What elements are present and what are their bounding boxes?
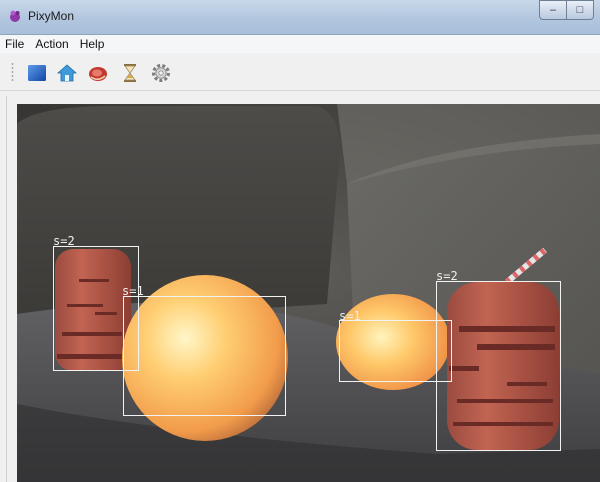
window-title: PixyMon: [28, 9, 75, 23]
home-icon[interactable]: [56, 62, 78, 84]
detection-label: s=2: [53, 234, 75, 248]
blue-square-icon[interactable]: [26, 62, 48, 84]
title-bar[interactable]: PixyMon – □: [0, 0, 600, 35]
menu-action[interactable]: Action: [30, 37, 74, 51]
camera-video-view[interactable]: s=2 s=1 s=1 s=2: [17, 104, 600, 482]
detection-box-sig1-left: [123, 296, 286, 416]
minimize-button[interactable]: –: [539, 0, 567, 20]
hourglass-icon[interactable]: [119, 62, 141, 84]
window-controls: – □: [539, 0, 594, 22]
toolbar: [0, 54, 600, 91]
pixymon-window: PixyMon – □ File Action Help s=2 s=1 s=1…: [0, 0, 600, 482]
detection-label: s=1: [339, 309, 361, 323]
menu-file[interactable]: File: [0, 37, 30, 51]
menu-help[interactable]: Help: [75, 37, 111, 51]
detection-label: s=1: [122, 284, 144, 298]
detection-label: s=2: [436, 269, 458, 283]
pixymon-app-icon: [10, 10, 20, 22]
steak-icon[interactable]: [87, 62, 109, 84]
detection-box-sig2-right: [436, 281, 561, 451]
pane-border: [6, 96, 7, 482]
maximize-icon: □: [576, 4, 584, 16]
minimize-icon: –: [549, 4, 557, 16]
toolbar-grip[interactable]: [11, 62, 14, 82]
gear-icon[interactable]: [150, 62, 172, 84]
maximize-button[interactable]: □: [567, 0, 594, 20]
menu-bar: File Action Help: [0, 35, 600, 53]
